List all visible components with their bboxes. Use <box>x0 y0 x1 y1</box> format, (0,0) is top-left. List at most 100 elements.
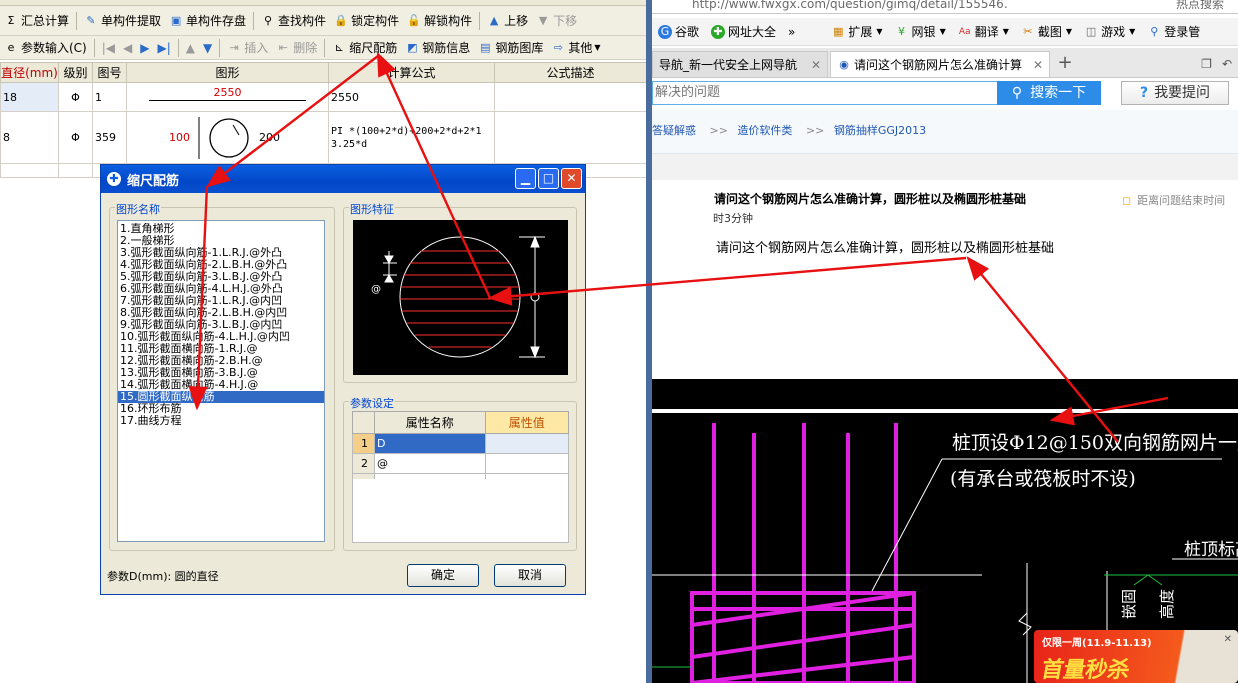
last-record-button[interactable]: ▶| <box>154 37 175 59</box>
list-item[interactable]: 14.弧形截面横向筋-4.H.J.@ <box>118 379 324 391</box>
ask-question-button[interactable]: ? 我要提问 <box>1121 81 1229 105</box>
breadcrumb-item[interactable]: 答疑解惑 <box>652 124 696 137</box>
col-header-grade[interactable]: 级别 <box>58 62 93 83</box>
list-item[interactable]: 4.弧形截面纵向筋-2.L.B.H.@外凸 <box>118 259 324 271</box>
new-tab-button[interactable]: + <box>1052 51 1078 77</box>
param-value-cell[interactable] <box>484 453 570 474</box>
tool-translate[interactable]: Aa 翻译 ▼ <box>952 21 1015 43</box>
tool-screenshot[interactable]: ✂ 截图 ▼ <box>1015 21 1078 43</box>
cell-diameter[interactable]: 8 <box>0 111 59 164</box>
delete-button[interactable]: ⇤ 删除 <box>272 37 321 59</box>
close-button[interactable]: ✕ <box>561 168 582 189</box>
breadcrumb-item[interactable]: 造价软件类 <box>737 124 792 137</box>
cell-fig-no[interactable]: 359 <box>92 111 127 164</box>
search-button[interactable]: ⚲ 搜索一下 <box>997 81 1101 105</box>
rebar-info-button[interactable]: ◩ 钢筋信息 <box>401 37 474 59</box>
cell-formula[interactable]: PI *(100+2*d)+200+2*d+2*13.25*d <box>328 111 495 164</box>
fav-site-nav[interactable]: ✚ 网址大全 <box>705 21 782 43</box>
cell-desc[interactable] <box>494 111 646 164</box>
tool-extensions[interactable]: ▦ 扩展 ▼ <box>825 21 888 43</box>
cell-shape[interactable]: 100 200 <box>126 111 329 164</box>
list-item[interactable]: 2.一般梯形 <box>118 235 324 247</box>
tool-games[interactable]: ◫ 游戏 ▼ <box>1078 21 1141 43</box>
lock-component-button[interactable]: 🔒 锁定构件 <box>330 10 403 32</box>
list-item[interactable]: 11.弧形截面横向筋-1.R.J.@ <box>118 343 324 355</box>
cell-grade[interactable]: Φ <box>58 82 93 112</box>
shape-list[interactable]: 1.直角梯形 2.一般梯形 3.弧形截面纵向筋-1.L.R.J.@外凸 4.弧形截面纵… <box>117 220 325 542</box>
undo-tab-icon[interactable]: ↶ <box>1222 57 1232 71</box>
move-up-button[interactable]: ▲ 上移 <box>483 10 532 32</box>
save-component-button[interactable]: ▣ 单构件存盘 <box>165 10 250 32</box>
list-item[interactable]: 6.弧形截面纵向筋-4.L.H.J.@外凸 <box>118 283 324 295</box>
col-header-diameter[interactable]: 直径(mm) <box>0 62 59 83</box>
tool-login[interactable]: ⚲ 登录管 <box>1141 21 1206 43</box>
breadcrumb-item[interactable]: 钢筋抽样GGJ2013 <box>834 124 926 137</box>
table-row[interactable]: 2 @ <box>352 453 570 474</box>
tool-netbank[interactable]: ¥ 网银 ▼ <box>889 21 952 43</box>
restore-tab-icon[interactable]: ❐ <box>1201 57 1212 71</box>
col-header-shape[interactable]: 图形 <box>126 62 329 83</box>
col-header-formula[interactable]: 计算公式 <box>328 62 495 83</box>
prev-record-button[interactable]: ◀ <box>119 37 136 59</box>
row-down-button[interactable]: ▼ <box>199 37 216 59</box>
table-row[interactable]: 1 D <box>352 433 570 454</box>
cell-grade[interactable]: Φ <box>58 111 93 164</box>
list-item[interactable]: 3.弧形截面纵向筋-1.L.R.J.@外凸 <box>118 247 324 259</box>
rebar-library-button[interactable]: ▤ 钢筋图库 <box>474 37 547 59</box>
list-item[interactable]: 1.直角梯形 <box>118 223 324 235</box>
maximize-button[interactable]: □ <box>538 168 559 189</box>
unlock-component-button[interactable]: 🔓 解锁构件 <box>403 10 476 32</box>
other-menu-button[interactable]: ⇨ 其他 ▼ <box>547 37 604 59</box>
empty-cell[interactable] <box>58 163 93 178</box>
list-item[interactable]: 10.弧形截面纵向筋-4.L.H.J.@内凹 <box>118 331 324 343</box>
col-header-desc[interactable]: 公式描述 <box>494 62 646 83</box>
promo-ad[interactable]: 仅限一周(11.9-11.13) 首量秒杀 ✕ <box>1034 630 1238 683</box>
param-name-cell[interactable]: @ <box>374 453 486 474</box>
scale-rebar-button[interactable]: ⊾ 缩尺配筋 <box>328 37 401 59</box>
move-down-button[interactable]: ▼ 下移 <box>532 10 581 32</box>
list-item[interactable]: 16.环形布筋 <box>118 403 324 415</box>
first-record-button[interactable]: |◀ <box>98 37 119 59</box>
close-icon[interactable]: ✕ <box>811 58 821 72</box>
cancel-button[interactable]: 取消 <box>494 564 566 587</box>
minimize-button[interactable]: ▁ <box>515 168 536 189</box>
extract-component-button[interactable]: ✎ 单构件提取 <box>80 10 165 32</box>
address-bar[interactable]: http://www.fwxgx.com/question/gimq/detai… <box>652 0 1238 14</box>
param-name-cell[interactable]: D <box>374 433 486 454</box>
param-input-button[interactable]: e 参数输入(C) <box>0 37 91 59</box>
find-component-button[interactable]: ⚲ 查找构件 <box>257 10 330 32</box>
list-item[interactable]: 12.弧形截面横向筋-2.B.H.@ <box>118 355 324 367</box>
list-item[interactable]: 7.弧形截面纵向筋-1.L.R.J.@内凹 <box>118 295 324 307</box>
cell-fig-no[interactable]: 1 <box>92 82 127 112</box>
list-item[interactable]: 13.弧形截面横向筋-3.B.J.@ <box>118 367 324 379</box>
cad-dim-1: 嵌固 <box>1120 589 1138 619</box>
list-item[interactable]: 9.弧形截面纵向筋-3.L.B.J.@内凹 <box>118 319 324 331</box>
list-item[interactable]: 17.曲线方程 <box>118 415 324 427</box>
cell-shape[interactable]: 2550 <box>126 82 329 112</box>
tab-question[interactable]: ◉ 请问这个钢筋网片怎么准确计算 ✕ <box>830 51 1050 77</box>
cell-formula[interactable]: 2550 <box>328 82 495 112</box>
dialog-title-bar[interactable]: ✚ 缩尺配筋 <box>101 165 585 193</box>
ok-button[interactable]: 确定 <box>407 564 479 587</box>
next-record-button[interactable]: ▶ <box>136 37 153 59</box>
list-item[interactable]: 8.弧形截面纵向筋-2.L.B.H.@内凹 <box>118 307 324 319</box>
sum-calc-button[interactable]: Σ 汇总计算 <box>0 10 73 32</box>
list-item[interactable]: 15.圆形截面纵向筋 <box>118 391 324 403</box>
empty-cell[interactable] <box>0 163 59 178</box>
table-row[interactable]: 18 Φ 1 2550 2550 <box>0 82 646 112</box>
tab-navigation[interactable]: 导航_新一代安全上网导航 ✕ <box>652 51 828 77</box>
table-row[interactable]: 8 Φ 359 100 200 PI *(100+2*d)+200+2*d+2*… <box>0 111 646 164</box>
cell-desc[interactable] <box>494 82 646 112</box>
fav-more[interactable]: » <box>782 21 801 43</box>
col-header-fig-no[interactable]: 图号 <box>92 62 127 83</box>
param-value-cell[interactable] <box>484 433 570 454</box>
cell-diameter[interactable]: 18 <box>0 82 59 112</box>
insert-button[interactable]: ⇥ 插入 <box>223 37 272 59</box>
hot-search[interactable]: 热点搜索 <box>1176 0 1224 10</box>
list-item[interactable]: 5.弧形截面纵向筋-3.L.B.J.@外凸 <box>118 271 324 283</box>
search-input[interactable]: 解决的问题 <box>652 81 997 105</box>
ad-close-icon[interactable]: ✕ <box>1224 634 1232 645</box>
close-icon[interactable]: ✕ <box>1033 58 1043 72</box>
fav-google[interactable]: G 谷歌 <box>652 21 705 43</box>
row-up-button[interactable]: ▲ <box>182 37 199 59</box>
